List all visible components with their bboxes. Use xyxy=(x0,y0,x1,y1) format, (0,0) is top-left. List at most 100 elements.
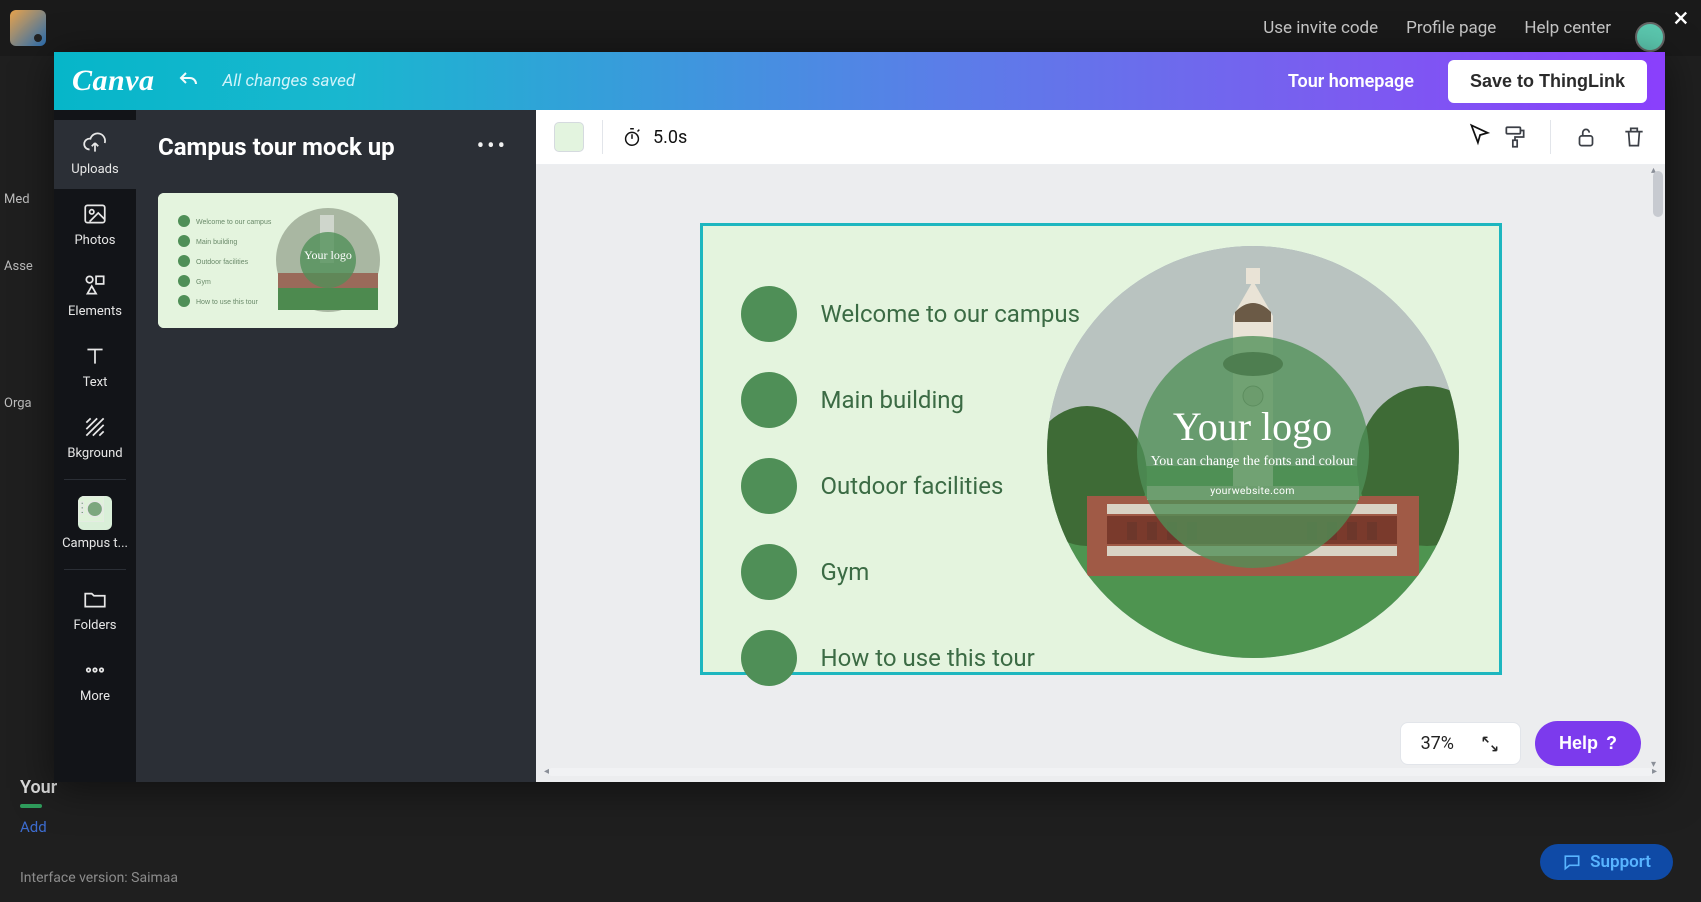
list-item[interactable]: Main building xyxy=(741,372,1081,428)
bg-left-item: Orga xyxy=(0,390,56,417)
canva-logo[interactable]: Canva xyxy=(72,64,155,98)
more-icon xyxy=(82,657,108,683)
fullscreen-icon[interactable] xyxy=(1480,734,1500,754)
scroll-thumb[interactable] xyxy=(1653,171,1663,217)
bullet-text[interactable]: Outdoor facilities xyxy=(821,472,1004,500)
bg-add-link[interactable]: Add xyxy=(20,818,178,836)
avatar[interactable] xyxy=(1635,22,1665,52)
bullet-dot-icon xyxy=(741,286,797,342)
bullet-dot-icon xyxy=(741,372,797,428)
tour-homepage-link[interactable]: Tour homepage xyxy=(1288,71,1414,92)
rail-label: Folders xyxy=(74,618,117,633)
support-button[interactable]: Support xyxy=(1540,844,1673,880)
bg-left-rail: Med Asse Orga xyxy=(0,56,56,902)
page-thumbnail[interactable]: Welcome to our campus Main building Outd… xyxy=(158,193,398,328)
cloud-upload-icon xyxy=(82,130,108,156)
stopwatch-icon xyxy=(621,126,643,148)
rail-label: Photos xyxy=(74,233,115,248)
list-item[interactable]: How to use this tour xyxy=(741,630,1081,686)
footer-controls: 37% Help ? xyxy=(1400,721,1641,766)
logo-overlay[interactable]: Your logo You can change the fonts and c… xyxy=(1137,336,1369,568)
paint-roller-icon[interactable] xyxy=(1502,124,1528,150)
bullet-dot-icon xyxy=(741,544,797,600)
bullet-text[interactable]: Main building xyxy=(821,386,965,414)
duration-control[interactable]: 5.0s xyxy=(621,126,687,148)
editor-header: Canva All changes saved Tour homepage Sa… xyxy=(54,52,1665,110)
canvas-viewport[interactable]: Welcome to our campus Main building Outd… xyxy=(536,165,1665,782)
vertical-scrollbar[interactable]: ▴ ▾ xyxy=(1651,171,1663,764)
help-label: Help xyxy=(1559,733,1598,754)
scroll-right-icon[interactable]: ▸ xyxy=(1652,766,1657,777)
text-icon xyxy=(82,343,108,369)
link-help[interactable]: Help center xyxy=(1524,18,1611,38)
hero-image[interactable]: Your logo You can change the fonts and c… xyxy=(1047,246,1459,658)
svg-text:How to use this tour: How to use this tour xyxy=(196,299,259,306)
svg-text:Main building: Main building xyxy=(196,239,237,246)
saved-status: All changes saved xyxy=(223,71,356,91)
panel-more-icon[interactable]: ••• xyxy=(471,128,514,165)
rail-label: Campus t... xyxy=(62,536,128,551)
rail-elements[interactable]: Elements xyxy=(54,262,136,331)
undo-icon[interactable] xyxy=(177,69,201,93)
bg-color-swatch[interactable] xyxy=(554,122,584,152)
svg-text:Your logo: Your logo xyxy=(304,248,352,262)
canvas-toolbar: 5.0s xyxy=(536,110,1665,165)
rail-text[interactable]: Text xyxy=(54,333,136,402)
unlock-icon[interactable] xyxy=(1573,124,1599,150)
cursor-icon xyxy=(1466,122,1492,148)
support-label: Support xyxy=(1590,852,1651,872)
bullet-dot-icon xyxy=(741,458,797,514)
zoom-value: 37% xyxy=(1421,733,1454,754)
elements-icon xyxy=(82,272,108,298)
bg-interface-version: Interface version: Saimaa xyxy=(20,870,178,886)
rail-label: Bkground xyxy=(67,446,122,461)
trash-icon[interactable] xyxy=(1621,124,1647,150)
bullet-text[interactable]: How to use this tour xyxy=(821,644,1035,672)
folder-icon xyxy=(82,586,108,612)
rail-campus-thumb[interactable]: Campus t... xyxy=(54,486,136,563)
divider xyxy=(64,569,126,570)
slide[interactable]: Welcome to our campus Main building Outd… xyxy=(700,223,1502,675)
rail-label: Elements xyxy=(68,304,122,319)
link-profile[interactable]: Profile page xyxy=(1406,18,1496,38)
bullet-text[interactable]: Gym xyxy=(821,558,870,586)
background-icon xyxy=(82,414,108,440)
bullet-list: Welcome to our campus Main building Outd… xyxy=(741,286,1081,686)
divider xyxy=(64,479,126,480)
logo-subtext[interactable]: You can change the fonts and colour xyxy=(1151,453,1355,471)
canva-editor: Canva All changes saved Tour homepage Sa… xyxy=(54,52,1665,782)
rail-label: Text xyxy=(83,375,108,390)
chat-icon xyxy=(1562,852,1582,872)
divider xyxy=(1550,120,1551,154)
list-item[interactable]: Gym xyxy=(741,544,1081,600)
rail-folders[interactable]: Folders xyxy=(54,576,136,645)
rail-background[interactable]: Bkground xyxy=(54,404,136,473)
bullet-text[interactable]: Welcome to our campus xyxy=(821,300,1081,328)
save-to-thinglink-button[interactable]: Save to ThingLink xyxy=(1448,60,1647,103)
logo-site[interactable]: yourwebsite.com xyxy=(1210,484,1295,497)
close-icon[interactable]: × xyxy=(1667,6,1695,34)
scroll-track[interactable] xyxy=(548,768,1653,776)
question-icon: ? xyxy=(1606,733,1617,754)
pages-panel: Campus tour mock up ••• Welcome to our c… xyxy=(136,110,536,782)
thinglink-logo xyxy=(10,10,46,46)
bullet-dot-icon xyxy=(741,630,797,686)
photo-icon xyxy=(82,201,108,227)
design-title[interactable]: Campus tour mock up xyxy=(158,133,395,161)
rail-more[interactable]: More xyxy=(54,647,136,716)
scroll-left-icon[interactable]: ◂ xyxy=(544,766,549,777)
horizontal-scrollbar[interactable]: ◂ ▸ xyxy=(548,768,1653,778)
rail-uploads[interactable]: Uploads xyxy=(54,120,136,189)
campus-thumb-icon xyxy=(78,496,112,530)
rail-label: Uploads xyxy=(71,162,118,177)
logo-text[interactable]: Your logo xyxy=(1173,407,1332,447)
help-button[interactable]: Help ? xyxy=(1535,721,1641,766)
bg-left-item: Asse xyxy=(0,253,56,280)
svg-text:Gym: Gym xyxy=(196,279,211,286)
divider xyxy=(602,120,603,154)
zoom-control[interactable]: 37% xyxy=(1400,722,1521,765)
list-item[interactable]: Outdoor facilities xyxy=(741,458,1081,514)
list-item[interactable]: Welcome to our campus xyxy=(741,286,1081,342)
link-invite[interactable]: Use invite code xyxy=(1263,18,1378,38)
rail-photos[interactable]: Photos xyxy=(54,191,136,260)
